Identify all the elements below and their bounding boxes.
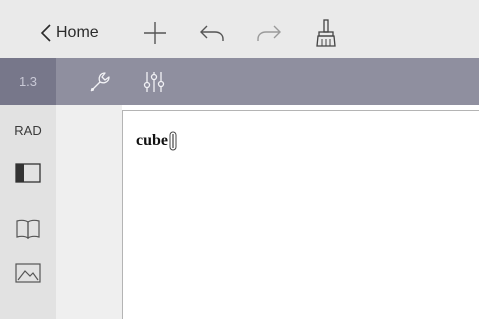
left-sidebar: RAD [0, 105, 56, 319]
panel-icon [15, 163, 41, 183]
calculator-work-area[interactable]: cube [122, 110, 479, 319]
wrench-icon [90, 72, 110, 92]
top-navigation-bar: Home [0, 0, 479, 58]
undo-icon [200, 25, 224, 41]
sliders-icon [143, 72, 165, 92]
settings-wrench-button[interactable] [86, 68, 114, 96]
redo-button[interactable] [254, 20, 284, 46]
book-icon [16, 219, 40, 239]
document-toolbar: 1.3 [0, 58, 479, 105]
entry-line[interactable]: cube [136, 131, 177, 151]
back-home-button[interactable]: Home [40, 20, 99, 46]
picture-icon [15, 263, 41, 283]
page-number[interactable]: 1.3 [0, 58, 56, 105]
entry-text[interactable]: cube [136, 132, 168, 150]
insert-image-button[interactable] [14, 261, 42, 285]
page-number-label: 1.3 [18, 74, 38, 89]
gutter [56, 105, 122, 319]
chevron-left-icon [40, 24, 51, 42]
calculator-app: Home 1.3 RAD cube [0, 0, 479, 319]
plus-icon [144, 22, 166, 44]
text-cursor-icon [169, 131, 177, 151]
panel-button[interactable] [14, 161, 42, 185]
brush-icon [316, 19, 336, 47]
angle-mode-label[interactable]: RAD [0, 123, 56, 138]
redo-icon [257, 25, 281, 41]
back-home-label: Home [56, 24, 99, 41]
add-button[interactable] [141, 20, 169, 46]
adjust-sliders-button[interactable] [140, 68, 168, 96]
library-button[interactable] [14, 217, 42, 241]
clear-brush-button[interactable] [312, 18, 340, 48]
undo-button[interactable] [197, 20, 227, 46]
